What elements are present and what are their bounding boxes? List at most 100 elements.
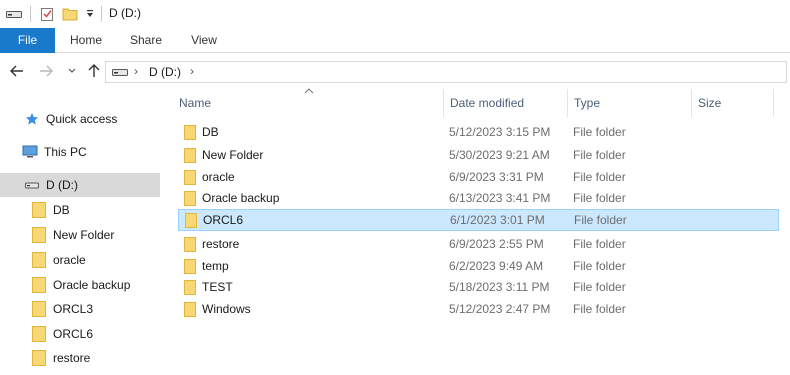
file-row[interactable]: Oracle backup 6/13/2023 3:41 PM File folde… bbox=[178, 187, 779, 209]
file-name[interactable]: TEST bbox=[202, 280, 233, 294]
nav-folder[interactable]: New Folder bbox=[0, 223, 160, 247]
nav-quick-access[interactable]: Quick access bbox=[0, 107, 160, 131]
file-name[interactable]: restore bbox=[202, 237, 239, 251]
folder-icon bbox=[184, 190, 196, 206]
properties-icon[interactable] bbox=[39, 6, 55, 22]
column-header-date[interactable]: Date modified bbox=[441, 89, 568, 117]
file-row[interactable]: restore 6/9/2023 2:55 PM File folder bbox=[178, 233, 779, 255]
nav-this-pc[interactable]: This PC bbox=[0, 140, 160, 164]
customize-quick-access-icon[interactable] bbox=[85, 6, 95, 22]
nav-folder[interactable]: oracle bbox=[0, 248, 160, 272]
file-date-modified: 5/12/2023 3:15 PM bbox=[449, 125, 551, 139]
nav-drive-d[interactable]: D (D:) bbox=[0, 173, 160, 197]
file-name[interactable]: Windows bbox=[202, 302, 251, 316]
file-row[interactable]: ORCL6 6/1/2023 3:01 PM File folder bbox=[178, 209, 779, 231]
folder-icon bbox=[184, 124, 196, 140]
file-row[interactable]: TEST 5/18/2023 3:11 PM File folder bbox=[178, 276, 779, 298]
file-name[interactable]: DB bbox=[202, 125, 219, 139]
file-row[interactable]: New Folder 5/30/2023 9:21 AM File folder bbox=[178, 144, 779, 166]
folder-icon bbox=[185, 212, 197, 228]
file-row[interactable]: temp 6/2/2023 9:49 AM File folder bbox=[178, 255, 779, 277]
drive-icon[interactable] bbox=[6, 6, 22, 22]
tab-file[interactable]: File bbox=[0, 28, 55, 53]
file-type: File folder bbox=[573, 191, 626, 205]
file-name[interactable]: temp bbox=[202, 259, 229, 273]
file-type: File folder bbox=[573, 259, 626, 273]
file-name-cell[interactable]: TEST bbox=[184, 279, 233, 295]
drive-icon bbox=[24, 177, 40, 193]
nav-label: oracle bbox=[53, 253, 86, 267]
address-path[interactable]: D (D:) bbox=[149, 65, 181, 79]
folder-icon bbox=[31, 326, 47, 342]
nav-label: This PC bbox=[44, 145, 87, 159]
window-title: D (D:) bbox=[109, 6, 141, 20]
file-row[interactable]: oracle 6/9/2023 3:31 PM File folder bbox=[178, 166, 779, 188]
file-name-cell[interactable]: restore bbox=[184, 236, 239, 252]
folder-icon bbox=[31, 301, 47, 317]
nav-folder[interactable]: ORCL6 bbox=[0, 322, 160, 346]
nav-label: ORCL3 bbox=[53, 302, 94, 316]
nav-label: Quick access bbox=[46, 112, 118, 126]
file-type: File folder bbox=[574, 213, 627, 227]
file-type: File folder bbox=[573, 170, 626, 184]
navigation-pane: Quick access This PC D (D:) DB New Folde… bbox=[0, 89, 160, 375]
tab-share[interactable]: Share bbox=[124, 28, 168, 53]
folder-icon bbox=[31, 227, 47, 243]
tab-home[interactable]: Home bbox=[64, 28, 108, 53]
column-header-name[interactable]: Name bbox=[170, 89, 443, 117]
file-date-modified: 6/13/2023 3:41 PM bbox=[449, 191, 551, 205]
back-arrow-icon[interactable] bbox=[9, 63, 25, 79]
folder-icon bbox=[31, 252, 47, 268]
computer-icon bbox=[22, 144, 38, 160]
nav-label: Oracle backup bbox=[53, 278, 131, 292]
file-list: Name Date modified Type Size DB 5/12/2023… bbox=[170, 88, 790, 375]
breadcrumb-chevron-icon[interactable]: › bbox=[134, 64, 138, 78]
nav-label: ORCL6 bbox=[53, 327, 94, 341]
file-name[interactable]: New Folder bbox=[202, 148, 263, 162]
nav-label: restore bbox=[53, 351, 91, 365]
divider bbox=[30, 6, 31, 22]
address-bar[interactable]: › D (D:) › bbox=[105, 61, 787, 83]
file-name[interactable]: Oracle backup bbox=[202, 191, 279, 205]
forward-arrow-icon[interactable] bbox=[38, 63, 54, 79]
file-type: File folder bbox=[573, 125, 626, 139]
file-name-cell[interactable]: New Folder bbox=[184, 147, 263, 163]
file-row[interactable]: DB 5/12/2023 3:15 PM File folder bbox=[178, 121, 779, 143]
navigation-bar: › D (D:) › bbox=[0, 53, 790, 89]
column-header-size[interactable]: Size bbox=[689, 89, 773, 117]
folder-icon bbox=[31, 350, 47, 366]
file-name-cell[interactable]: DB bbox=[184, 124, 219, 140]
nav-folder[interactable]: restore bbox=[0, 346, 160, 370]
recent-locations-chevron-icon[interactable] bbox=[64, 63, 80, 79]
file-date-modified: 5/18/2023 3:11 PM bbox=[449, 280, 550, 294]
file-row[interactable]: Windows 5/12/2023 2:47 PM File folder bbox=[178, 298, 779, 320]
new-folder-icon[interactable] bbox=[62, 6, 78, 22]
file-name-cell[interactable]: oracle bbox=[184, 169, 235, 185]
file-type: File folder bbox=[573, 280, 626, 294]
file-date-modified: 5/12/2023 2:47 PM bbox=[449, 302, 551, 316]
file-name-cell[interactable]: temp bbox=[184, 258, 229, 274]
nav-folder[interactable]: DB bbox=[0, 198, 160, 222]
file-name-cell[interactable]: Windows bbox=[184, 301, 251, 317]
up-arrow-icon[interactable] bbox=[86, 63, 102, 79]
column-header-type[interactable]: Type bbox=[565, 89, 690, 117]
tab-view[interactable]: View bbox=[184, 28, 224, 53]
file-date-modified: 6/9/2023 3:31 PM bbox=[449, 170, 544, 184]
file-name[interactable]: oracle bbox=[202, 170, 235, 184]
folder-icon bbox=[184, 301, 196, 317]
file-name[interactable]: ORCL6 bbox=[203, 213, 243, 227]
divider bbox=[101, 6, 102, 22]
folder-icon bbox=[184, 147, 196, 163]
nav-folder[interactable]: Oracle backup bbox=[0, 273, 160, 297]
star-icon bbox=[24, 111, 40, 127]
file-date-modified: 6/1/2023 3:01 PM bbox=[450, 213, 545, 227]
folder-icon bbox=[184, 258, 196, 274]
file-name-cell[interactable]: ORCL6 bbox=[185, 212, 243, 228]
breadcrumb-chevron-icon[interactable]: › bbox=[190, 64, 194, 78]
title-bar: D (D:) bbox=[0, 0, 790, 28]
file-name-cell[interactable]: Oracle backup bbox=[184, 190, 279, 206]
column-divider[interactable] bbox=[773, 89, 774, 117]
file-type: File folder bbox=[573, 237, 626, 251]
nav-folder[interactable]: ORCL3 bbox=[0, 297, 160, 321]
folder-icon bbox=[184, 279, 196, 295]
